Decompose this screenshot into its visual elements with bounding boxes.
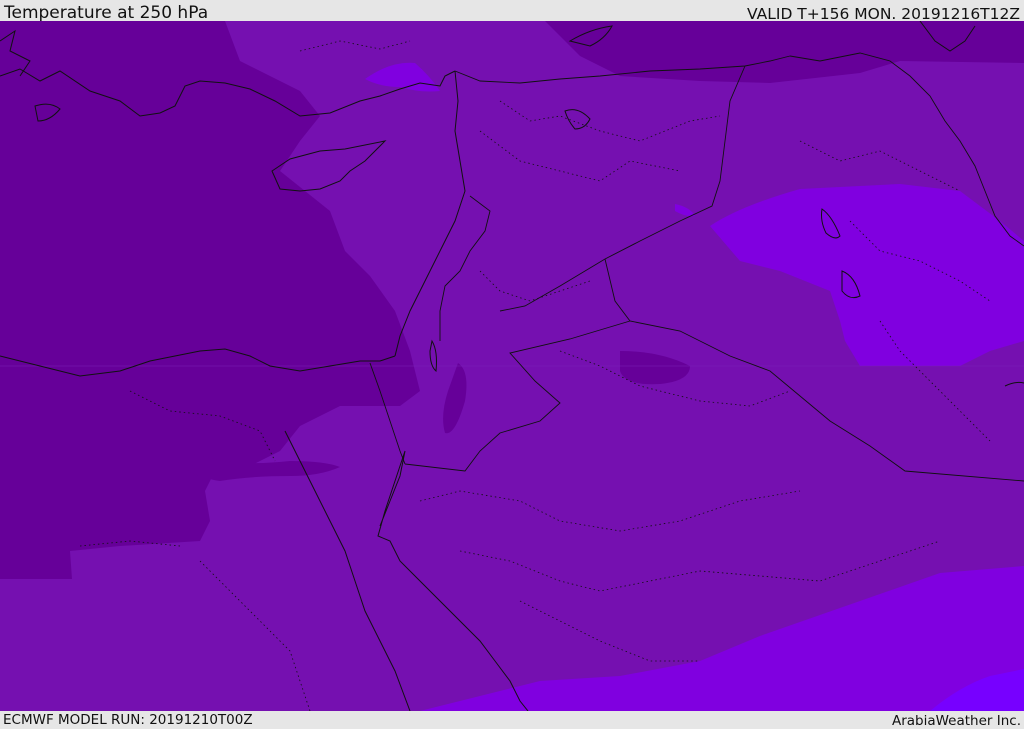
credit-label: ArabiaWeather Inc.: [891, 713, 1021, 729]
footer-bar: ECMWF MODEL RUN: 20191210T00Z ArabiaWeat…: [0, 711, 1024, 729]
header-bar: Temperature at 250 hPa VALID T+156 MON. …: [0, 0, 1024, 23]
model-run-label: ECMWF MODEL RUN: 20191210T00Z: [3, 712, 253, 728]
map-title: Temperature at 250 hPa: [4, 3, 209, 23]
map-canvas: [0, 21, 1024, 711]
temperature-map: [0, 21, 1024, 711]
weather-map-page: Temperature at 250 hPa VALID T+156 MON. …: [0, 0, 1024, 729]
